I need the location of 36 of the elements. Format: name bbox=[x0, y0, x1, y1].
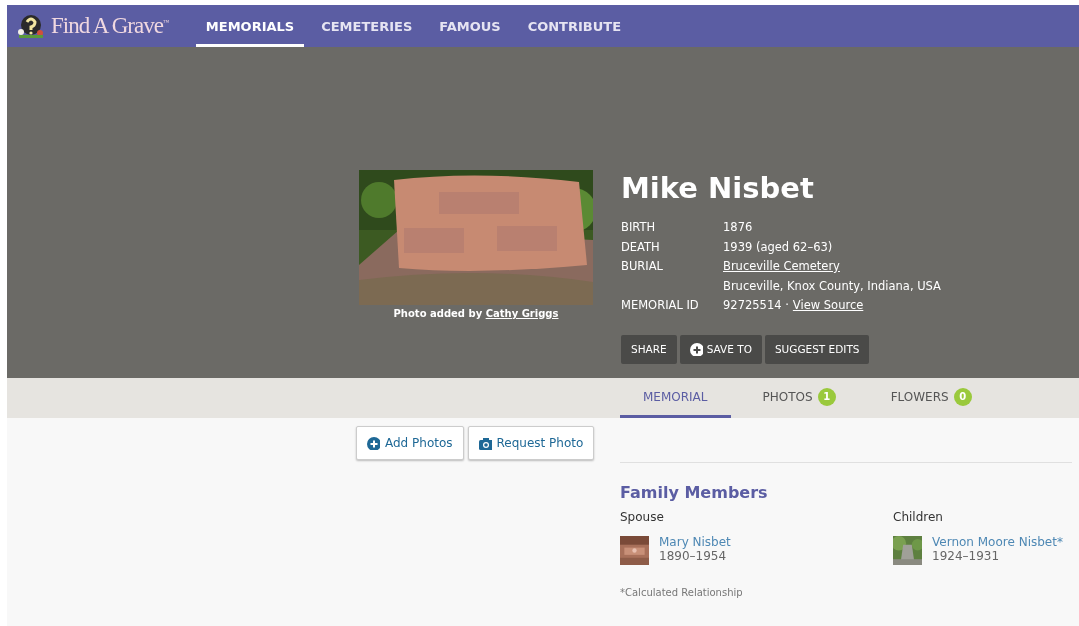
fact-link[interactable]: View Source bbox=[792, 298, 864, 312]
footnote: *Calculated Relationship bbox=[620, 587, 744, 598]
fact-label: BIRTH bbox=[621, 219, 657, 236]
action-button[interactable]: SHARE bbox=[621, 334, 677, 364]
photo-caption: Photo added by Cathy Griggs bbox=[393, 308, 559, 319]
nav-link[interactable]: CEMETERIES bbox=[311, 5, 423, 47]
action-button[interactable]: SUGGEST EDITS bbox=[764, 334, 870, 364]
tab[interactable]: MEMORIAL bbox=[620, 378, 731, 418]
fact-label: MEMORIAL ID bbox=[621, 297, 700, 314]
count-badge: 0 bbox=[953, 387, 972, 406]
nav-link[interactable]: FAMOUS bbox=[429, 5, 511, 47]
person-name: Mike Nisbet bbox=[621, 170, 815, 207]
member-link[interactable]: Mary Nisbet bbox=[659, 535, 731, 549]
member-years: 1890–1954 bbox=[659, 549, 728, 563]
fact-link[interactable]: Bruceville Cemetery bbox=[723, 259, 840, 273]
member-link[interactable]: Vernon Moore Nisbet* bbox=[932, 535, 1063, 549]
contributor-link[interactable]: Cathy Griggs bbox=[485, 308, 559, 319]
group-heading: Spouse bbox=[620, 510, 665, 524]
fact-label: BURIAL bbox=[621, 258, 664, 275]
camera-icon bbox=[478, 436, 492, 450]
fact-value: 1939 (aged 62–63) bbox=[723, 239, 833, 254]
tab[interactable]: FLOWERS 0 bbox=[867, 378, 995, 418]
fact-value: 1876 bbox=[723, 220, 753, 234]
fact-detail: Bruceville, Knox County, Indiana, USA bbox=[723, 277, 941, 295]
fact-value: 92725514 · bbox=[723, 298, 789, 312]
tab[interactable]: PHOTOS 1 bbox=[739, 378, 859, 418]
action-button[interactable]: SAVE TO bbox=[679, 334, 762, 364]
fact-label: DEATH bbox=[621, 238, 661, 256]
nav-link[interactable]: CONTRIBUTE bbox=[517, 5, 632, 47]
site-logo[interactable]: Find A Grave$^{™}$ bbox=[51, 13, 168, 39]
photo-button[interactable]: Add Photos bbox=[356, 426, 464, 460]
section-title: Family Members bbox=[620, 483, 769, 502]
count-badge: 1 bbox=[817, 387, 836, 406]
member-years: 1924–1931 bbox=[932, 549, 1001, 563]
photo-button[interactable]: Request Photo bbox=[467, 426, 595, 460]
group-heading: Children bbox=[893, 510, 944, 524]
